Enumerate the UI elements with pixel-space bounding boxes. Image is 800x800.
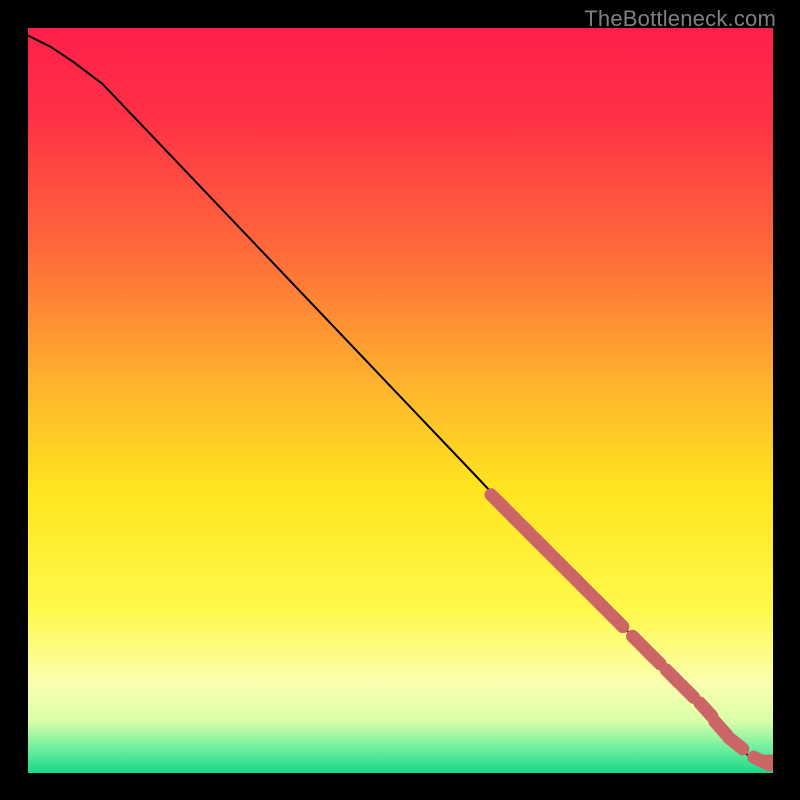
data-marker: [647, 651, 660, 664]
data-marker: [610, 614, 623, 627]
chart-stage: TheBottleneck.com: [0, 0, 800, 800]
data-marker: [700, 703, 712, 716]
plot-svg: [28, 28, 773, 773]
data-marker: [729, 738, 743, 749]
data-marker: [681, 685, 694, 698]
plot-area: [28, 28, 773, 773]
